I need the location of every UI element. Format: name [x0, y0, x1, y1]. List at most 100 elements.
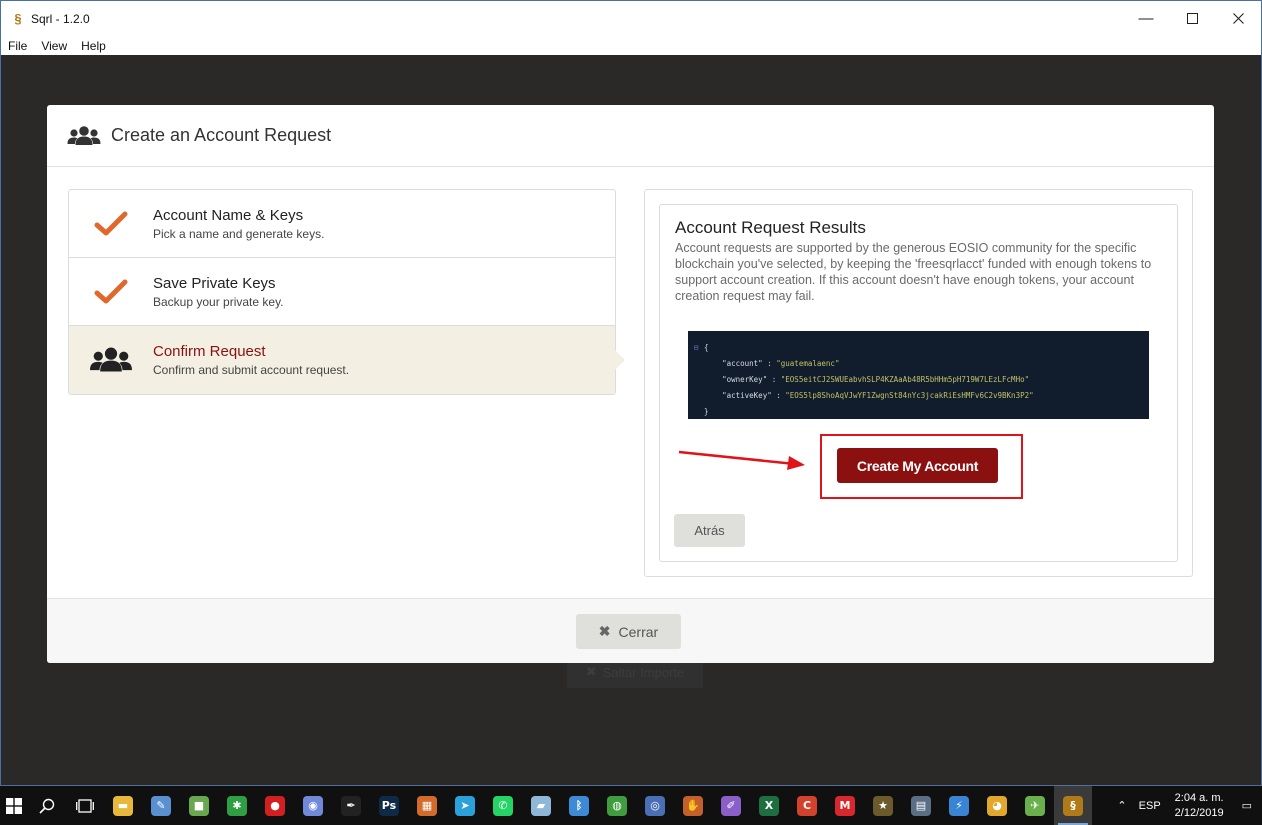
checkmark-icon [94, 279, 128, 303]
sqrl-icon: § [1063, 795, 1083, 816]
users-icon [90, 347, 132, 372]
code-close-brace: } [704, 407, 709, 416]
app-colorful-icon: ▦ [417, 795, 437, 816]
taskbar: ▬ ✎ ■ ✱ ● ◉ ✒ Ps ▦ ➤ ✆ ▰ ᛒ ◍ ◎ ✋ ✐ X C M ★ ▤ ⚡ ◕ ✈ § ⌃ ESP 2:04 a… [0, 786, 1262, 825]
step-description: Backup your private key. [153, 294, 284, 309]
json-code-block[interactable]: ⊟ { "account" : "guatemalaenc" "ownerKey… [688, 331, 1149, 419]
title-bar[interactable]: § Sqrl - 1.2.0 — [1, 1, 1261, 36]
step-title: Confirm Request [153, 343, 266, 360]
fold-marker[interactable]: ⊟ [688, 340, 704, 356]
record-icon: ● [265, 795, 285, 816]
close-modal-button[interactable]: ✖ Cerrar [576, 614, 681, 649]
back-button[interactable]: Atrás [674, 514, 745, 547]
step-title: Save Private Keys [153, 274, 276, 292]
chevron-up-icon[interactable]: ⌃ [1111, 799, 1132, 812]
step-description: Pick a name and generate keys. [153, 226, 325, 241]
taskbar-hummingbird-app-button[interactable]: ✈ [1016, 786, 1054, 825]
telegram-icon: ➤ [455, 795, 475, 816]
minimize-button[interactable]: — [1123, 1, 1169, 36]
taskbar-book-app-button[interactable]: ▰ [522, 786, 560, 825]
taskbar-chrome-button[interactable]: ◕ [978, 786, 1016, 825]
task-view-button[interactable] [66, 786, 104, 825]
taskbar-lightning-app-button[interactable]: ⚡ [940, 786, 978, 825]
taskbar-disk-app-button[interactable]: ◎ [636, 786, 674, 825]
clock[interactable]: 2:04 a. m. 2/12/2019 [1167, 791, 1232, 821]
taskbar-apps: ▬ ✎ ■ ✱ ● ◉ ✒ Ps ▦ ➤ ✆ ▰ ᛒ ◍ ◎ ✋ ✐ X C M ★ ▤ ⚡ ◕ ✈ § [104, 786, 1092, 825]
json-value: "EOS5eitCJ2SWUEabvhSLP4KZAaAb48R5bHHm5pH… [780, 375, 1030, 384]
results-title: Account Request Results [675, 218, 866, 237]
code-line: } [688, 404, 1149, 420]
baseball-app-icon: ✋ [683, 795, 703, 816]
taskbar-telegram-button[interactable]: ➤ [446, 786, 484, 825]
excel-icon: X [759, 795, 779, 816]
taskbar-feather-app-button[interactable]: ✐ [712, 786, 750, 825]
annotation-arrow-icon [678, 450, 805, 470]
taskbar-app-green-button[interactable]: ■ [180, 786, 218, 825]
feather-app-icon: ✐ [721, 795, 741, 816]
taskbar-ccleaner-button[interactable]: C [788, 786, 826, 825]
code-line-owner-key: "ownerKey" : "EOS5eitCJ2SWUEabvhSLP4KZAa… [688, 372, 1149, 388]
checkmark-icon [94, 211, 128, 235]
maximize-icon [1186, 13, 1198, 24]
start-button[interactable] [0, 786, 28, 825]
taskbar-whatsapp-button[interactable]: ✆ [484, 786, 522, 825]
close-window-button[interactable] [1215, 1, 1261, 36]
disk-app-icon: ◎ [645, 795, 665, 816]
taskbar-network-app-button[interactable]: ✱ [218, 786, 256, 825]
step-title: Account Name & Keys [153, 206, 304, 224]
system-tray: ⌃ ESP 2:04 a. m. 2/12/2019 ▭ [1111, 786, 1262, 825]
clock-date: 2/12/2019 [1174, 806, 1224, 819]
skip-icon: ✖ [585, 664, 597, 679]
taskbar-mega-button[interactable]: M [826, 786, 864, 825]
step-save-private-keys[interactable]: Save Private Keys Backup your private ke… [69, 258, 615, 326]
steps-list: Account Name & Keys Pick a name and gene… [68, 189, 625, 395]
task-view-icon [76, 798, 94, 813]
taskbar-inkscape-button[interactable]: ✒ [332, 786, 370, 825]
taskbar-photoshop-button[interactable]: Ps [370, 786, 408, 825]
json-key: "account" [722, 359, 763, 368]
hummingbird-app-icon: ✈ [1025, 795, 1045, 816]
app-green-icon: ■ [189, 795, 209, 816]
maximize-button[interactable] [1169, 1, 1215, 36]
taskbar-discord-button[interactable]: ◉ [294, 786, 332, 825]
taskbar-sqrl-button[interactable]: § [1054, 786, 1092, 825]
taskbar-paint-button[interactable]: ✎ [142, 786, 180, 825]
json-key: "ownerKey" [722, 375, 768, 384]
search-button[interactable] [28, 786, 66, 825]
taskbar-app-colorful-button[interactable]: ▦ [408, 786, 446, 825]
step-account-name-keys[interactable]: Account Name & Keys Pick a name and gene… [69, 190, 615, 258]
create-my-account-button[interactable]: Create My Account [837, 448, 998, 483]
taskbar-record-button[interactable]: ● [256, 786, 294, 825]
close-icon [1232, 13, 1244, 24]
taskbar-calculator-button[interactable]: ▤ [902, 786, 940, 825]
menu-view[interactable]: View [34, 39, 74, 53]
taskbar-bluetooth-app-button[interactable]: ᛒ [560, 786, 598, 825]
language-indicator[interactable]: ESP [1133, 800, 1167, 812]
taskbar-excel-button[interactable]: X [750, 786, 788, 825]
windows-logo-icon [6, 797, 22, 814]
lightning-app-icon: ⚡ [949, 795, 969, 816]
taskbar-baseball-app-button[interactable]: ✋ [674, 786, 712, 825]
calculator-icon: ▤ [911, 795, 931, 816]
whatsapp-icon: ✆ [493, 795, 513, 816]
taskbar-globe-app-button[interactable]: ◍ [598, 786, 636, 825]
results-outer-panel: Account Request Results Account requests… [644, 189, 1193, 577]
app-window: § Sqrl - 1.2.0 — File View Help ✖ Saltar… [0, 0, 1262, 786]
notifications-icon[interactable]: ▭ [1232, 799, 1262, 812]
step-confirm-request[interactable]: Confirm Request Confirm and submit accou… [69, 326, 625, 394]
bluetooth-app-icon: ᛒ [569, 795, 589, 816]
menu-file[interactable]: File [1, 39, 34, 53]
window-title: Sqrl - 1.2.0 [31, 11, 90, 26]
network-app-icon: ✱ [227, 795, 247, 816]
clock-time: 2:04 a. m. [1174, 791, 1224, 804]
file-explorer-icon: ▬ [113, 795, 133, 816]
chrome-icon: ◕ [987, 795, 1007, 816]
ccleaner-icon: C [797, 795, 817, 816]
menu-help[interactable]: Help [74, 39, 113, 53]
discord-icon: ◉ [303, 795, 323, 816]
results-panel: Account Request Results Account requests… [659, 204, 1178, 562]
users-icon [67, 125, 101, 145]
taskbar-star-app-button[interactable]: ★ [864, 786, 902, 825]
taskbar-file-explorer-button[interactable]: ▬ [104, 786, 142, 825]
book-app-icon: ▰ [531, 795, 551, 816]
